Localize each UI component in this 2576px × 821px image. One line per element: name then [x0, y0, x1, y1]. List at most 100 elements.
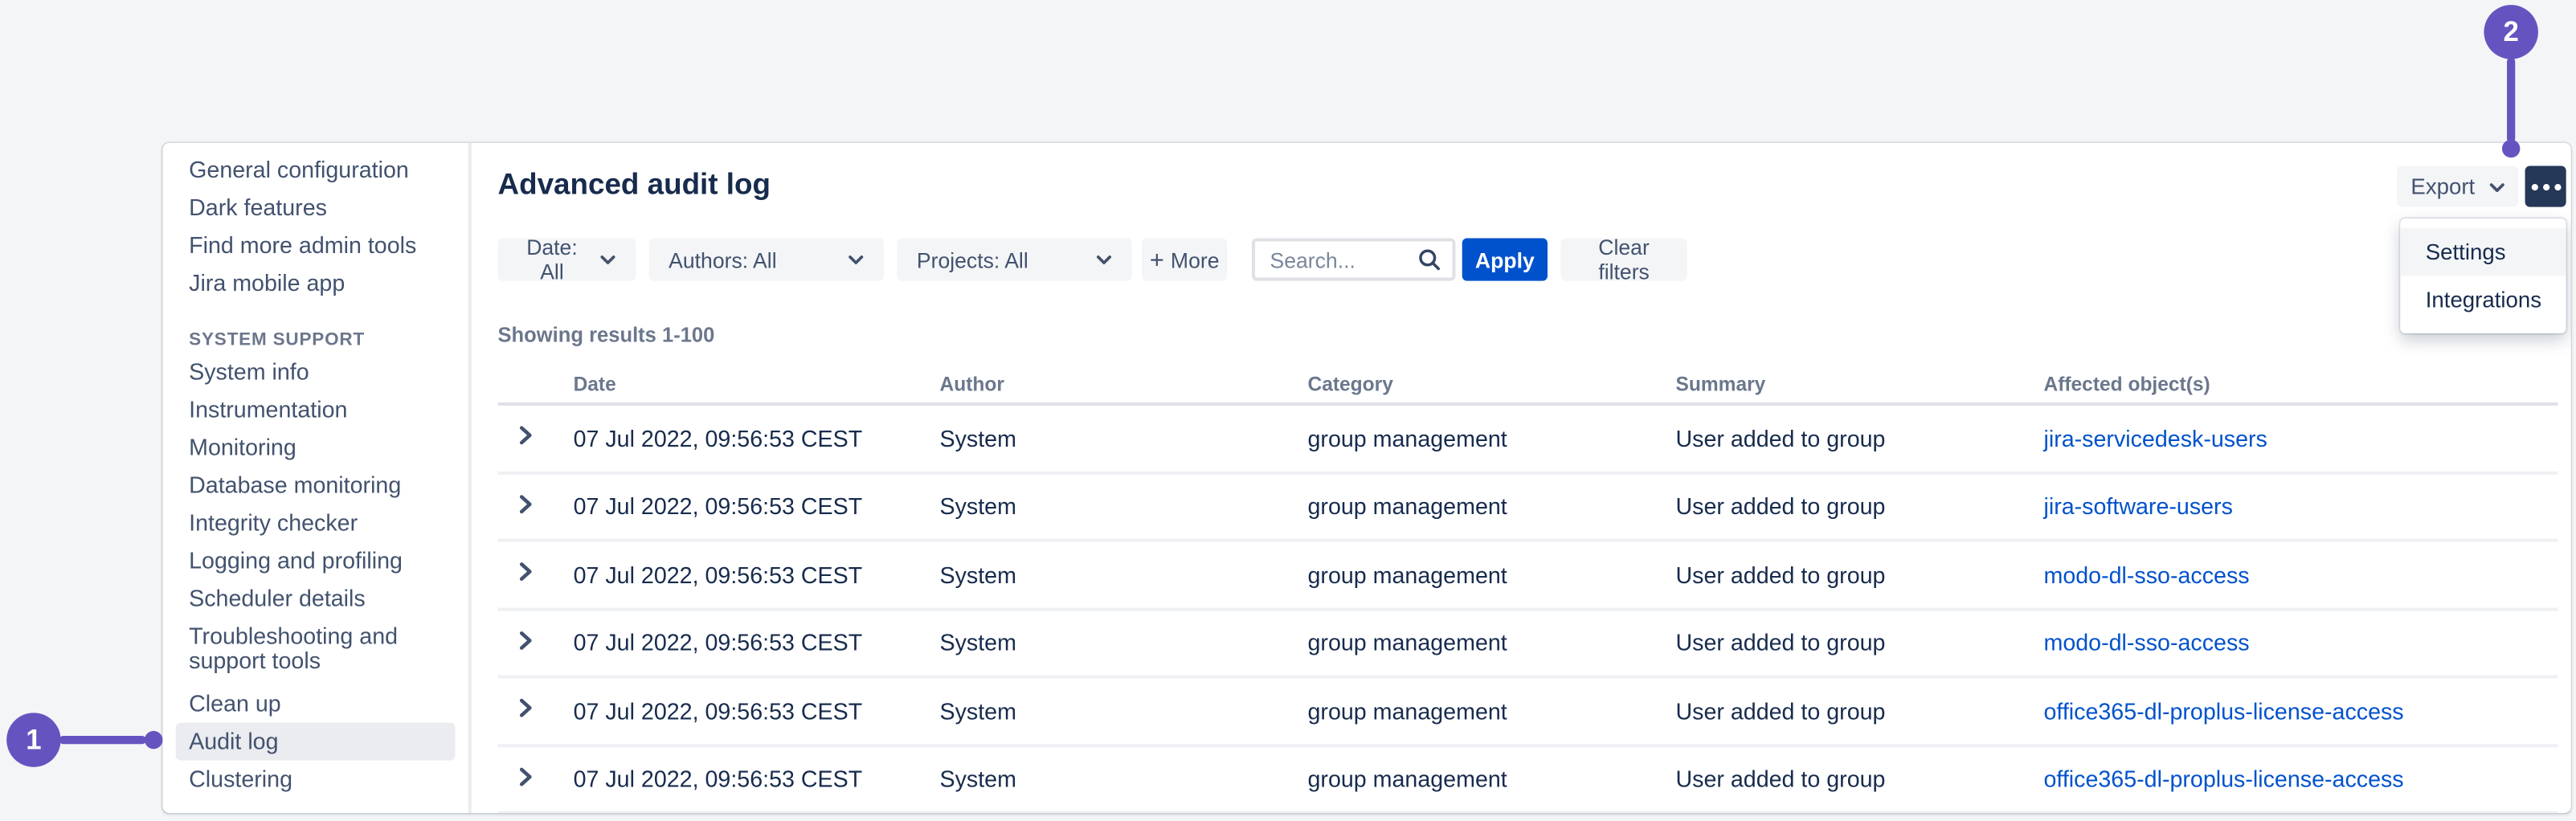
- callout-2-connector-dot: [2502, 140, 2520, 157]
- cell-date: 07 Jul 2022, 09:56:53 CEST: [574, 630, 940, 656]
- table-row: 07 Jul 2022, 09:56:53 CEST System group …: [498, 746, 2558, 813]
- sidebar-item-scheduler-details[interactable]: Scheduler details: [162, 580, 468, 618]
- sidebar-item-monitoring[interactable]: Monitoring: [162, 429, 468, 467]
- affected-object-link[interactable]: office365-dl-proplus-license-access: [2043, 697, 2403, 724]
- admin-sidebar: General configuration Dark features Find…: [162, 143, 471, 813]
- cell-summary: User added to group: [1675, 562, 2043, 588]
- affected-object-link[interactable]: office365-dl-proplus-license-access: [2043, 766, 2403, 792]
- sidebar-item-clustering[interactable]: Clustering: [162, 761, 468, 799]
- callout-1-connector-dot: [145, 731, 162, 749]
- column-header-summary: Summary: [1675, 372, 2043, 395]
- sidebar-item-instrumentation[interactable]: Instrumentation: [162, 391, 468, 429]
- cell-affected-objects: jira-servicedesk-users: [2043, 425, 2558, 451]
- menu-item-settings[interactable]: Settings: [2401, 228, 2566, 276]
- export-button[interactable]: Export: [2397, 166, 2518, 207]
- results-summary: Showing results 1-100: [498, 324, 715, 347]
- cell-category: group management: [1308, 697, 1676, 724]
- affected-object-link[interactable]: modo-dl-sso-access: [2043, 630, 2249, 656]
- menu-item-integrations[interactable]: Integrations: [2401, 276, 2566, 323]
- expand-row-button[interactable]: [498, 765, 574, 793]
- affected-object-link[interactable]: jira-software-users: [2043, 493, 2232, 520]
- cell-summary: User added to group: [1675, 493, 2043, 520]
- more-actions-menu: Settings Integrations: [2401, 219, 2566, 333]
- expand-row-button[interactable]: [498, 492, 574, 521]
- cell-date: 07 Jul 2022, 09:56:53 CEST: [574, 766, 940, 792]
- authors-filter-dropdown[interactable]: Authors: All: [649, 238, 884, 280]
- callout-1-badge: 1: [6, 713, 60, 766]
- cell-category: group management: [1308, 766, 1676, 792]
- cell-affected-objects: jira-software-users: [2043, 493, 2558, 520]
- chevron-down-icon: [2488, 174, 2504, 199]
- chevron-right-icon: [519, 426, 532, 451]
- table-row: 07 Jul 2022, 09:56:53 CEST System group …: [498, 678, 2558, 746]
- sidebar-system-support-group: System info Instrumentation Monitoring D…: [162, 353, 468, 799]
- audit-log-table: Date Author Category Summary Affected ob…: [498, 365, 2558, 813]
- apply-button[interactable]: Apply: [1462, 238, 1548, 280]
- table-row: 07 Jul 2022, 09:56:53 CEST System group …: [498, 474, 2558, 542]
- sidebar-section-label: SYSTEM SUPPORT: [162, 330, 468, 350]
- cell-category: group management: [1308, 425, 1676, 451]
- sidebar-item-audit-log[interactable]: Audit log: [176, 723, 456, 761]
- affected-object-link[interactable]: modo-dl-sso-access: [2043, 562, 2249, 588]
- chevron-right-icon: [519, 631, 532, 656]
- sidebar-item-database-monitoring[interactable]: Database monitoring: [162, 467, 468, 504]
- content-card: General configuration Dark features Find…: [162, 143, 2570, 813]
- column-header-affected-objects: Affected object(s): [2043, 372, 2558, 395]
- sidebar-item-integrity-checker[interactable]: Integrity checker: [162, 504, 468, 542]
- cell-date: 07 Jul 2022, 09:56:53 CEST: [574, 425, 940, 451]
- callout-1-connector-line: [59, 736, 146, 744]
- table-row: 07 Jul 2022, 09:56:53 CEST System group …: [498, 611, 2558, 679]
- sidebar-item-logging-and-profiling[interactable]: Logging and profiling: [162, 542, 468, 580]
- cell-category: group management: [1308, 562, 1676, 588]
- expand-row-button[interactable]: [498, 696, 574, 725]
- table-header-row: Date Author Category Summary Affected ob…: [498, 365, 2558, 406]
- chevron-right-icon: [519, 562, 532, 587]
- expand-row-button[interactable]: [498, 629, 574, 657]
- search-input[interactable]: [1270, 247, 1417, 272]
- page-title: Advanced audit log: [498, 168, 771, 202]
- projects-filter-dropdown[interactable]: Projects: All: [897, 238, 1131, 280]
- cell-summary: User added to group: [1675, 630, 2043, 656]
- cell-date: 07 Jul 2022, 09:56:53 CEST: [574, 562, 940, 588]
- cell-affected-objects: office365-dl-proplus-license-access: [2043, 766, 2558, 792]
- sidebar-item-clean-up[interactable]: Clean up: [162, 685, 468, 723]
- expand-row-button[interactable]: [498, 424, 574, 452]
- sidebar-item-system-info[interactable]: System info: [162, 353, 468, 391]
- table-row: 07 Jul 2022, 09:56:53 CEST System group …: [498, 406, 2558, 474]
- search-field: [1252, 238, 1456, 280]
- sidebar-item-troubleshooting-and-support-tools[interactable]: Troubleshooting and support tools: [162, 618, 468, 680]
- column-header-author: Author: [940, 372, 1308, 395]
- cell-date: 07 Jul 2022, 09:56:53 CEST: [574, 493, 940, 520]
- cell-affected-objects: modo-dl-sso-access: [2043, 562, 2558, 588]
- plus-icon: +: [1150, 247, 1164, 272]
- cell-summary: User added to group: [1675, 697, 2043, 724]
- column-header-category: Category: [1308, 372, 1676, 395]
- projects-filter-label: Projects: All: [917, 247, 1028, 272]
- search-icon: [1417, 248, 1441, 272]
- sidebar-item-jira-mobile-app[interactable]: Jira mobile app: [162, 264, 468, 302]
- cell-author: System: [940, 630, 1308, 656]
- sidebar-item-general-configuration[interactable]: General configuration: [162, 151, 468, 189]
- page: General configuration Dark features Find…: [0, 0, 2576, 821]
- export-button-label: Export: [2410, 174, 2475, 199]
- chevron-right-icon: [519, 494, 532, 519]
- more-filters-button[interactable]: + More: [1142, 238, 1227, 280]
- clear-filters-button[interactable]: Clear filters: [1560, 238, 1687, 280]
- sidebar-item-find-more-admin-tools[interactable]: Find more admin tools: [162, 227, 468, 264]
- ellipsis-icon: [2531, 183, 2561, 190]
- sidebar-item-dark-features[interactable]: Dark features: [162, 189, 468, 227]
- affected-object-link[interactable]: jira-servicedesk-users: [2043, 425, 2267, 451]
- sidebar-top-group: General configuration Dark features Find…: [162, 151, 468, 302]
- cell-author: System: [940, 766, 1308, 792]
- chevron-right-icon: [519, 766, 532, 791]
- cell-author: System: [940, 493, 1308, 520]
- date-filter-dropdown[interactable]: Date: All: [498, 238, 636, 280]
- table-row: 07 Jul 2022, 09:56:53 CEST System group …: [498, 542, 2558, 611]
- cell-author: System: [940, 697, 1308, 724]
- chevron-down-icon: [848, 254, 864, 265]
- more-actions-button[interactable]: [2525, 166, 2566, 207]
- cell-affected-objects: office365-dl-proplus-license-access: [2043, 697, 2558, 724]
- chevron-right-icon: [519, 698, 532, 723]
- filter-bar: Date: All Authors: All Projects: All: [498, 238, 1687, 280]
- expand-row-button[interactable]: [498, 561, 574, 589]
